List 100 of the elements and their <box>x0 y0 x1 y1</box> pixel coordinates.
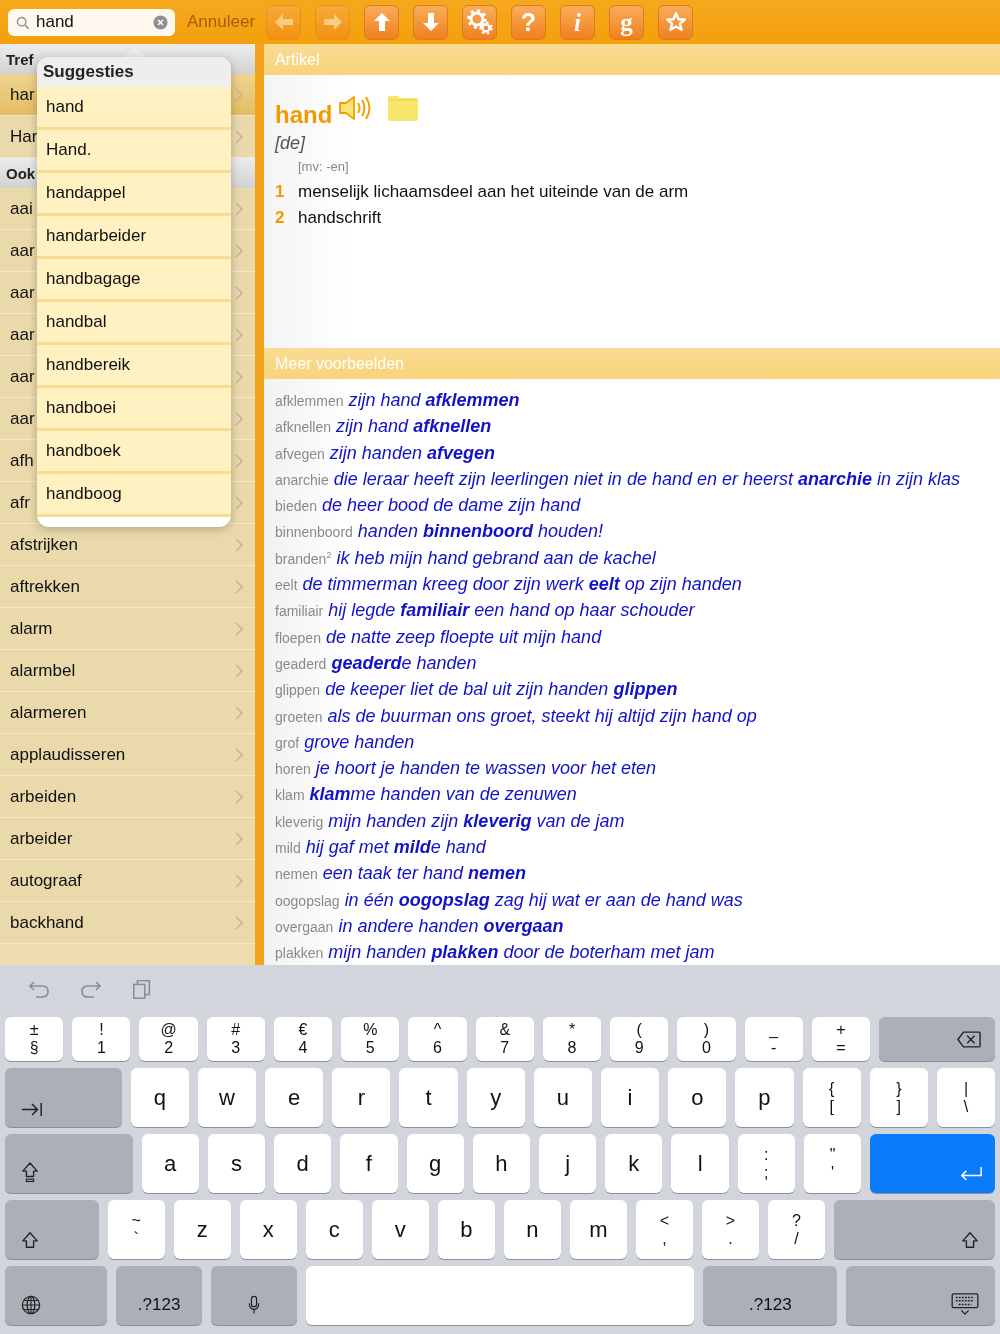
return-icon <box>958 1166 983 1183</box>
keyboard-key[interactable]: ! 1 <box>72 1017 131 1061</box>
keyboard-key[interactable]: % 5 <box>341 1017 400 1061</box>
keyboard-key[interactable]: w <box>197 1068 257 1127</box>
chevron-icon <box>235 621 243 636</box>
keyboard-key[interactable]: n <box>503 1200 561 1259</box>
keyboard-key[interactable]: s <box>207 1134 266 1193</box>
chevron-icon <box>235 87 243 102</box>
suggestion-item[interactable]: handappel <box>37 173 231 216</box>
folder-icon[interactable] <box>388 95 419 121</box>
clear-icon[interactable] <box>153 14 168 30</box>
globe-key[interactable] <box>5 1266 108 1325</box>
keyboard-key[interactable]: > . <box>702 1200 760 1259</box>
chevron-icon <box>235 369 243 384</box>
backspace-key[interactable] <box>879 1017 995 1061</box>
suggestion-item[interactable]: handbereik <box>37 345 231 388</box>
keyboard-key[interactable]: " ' <box>803 1134 862 1193</box>
keyboard-key[interactable]: @ 2 <box>139 1017 198 1061</box>
example-headword[interactable]: branden$^{2}$ <box>275 550 332 567</box>
chevron-icon <box>235 327 243 342</box>
keyboard-key[interactable]: c <box>305 1200 363 1259</box>
keyboard-key[interactable]: q <box>130 1068 189 1127</box>
article-gender: [de] <box>275 132 307 155</box>
suggestion-item[interactable]: handbagage <box>37 259 231 302</box>
keyboard-key[interactable]: r <box>332 1068 391 1127</box>
keyboard-key[interactable]: & 7 <box>475 1017 534 1061</box>
example-sentence: klamme handen van de zenuwen <box>309 784 577 805</box>
keyboard-key[interactable]: + = <box>811 1017 871 1061</box>
example-sentence: je hoort je handen te wassen voor het eten <box>315 758 657 779</box>
example-sentence: de natte zeep floepte uit mijn hand <box>325 626 602 647</box>
keyboard-key[interactable]: : ; <box>737 1134 795 1193</box>
example-sentence: hij gaf met milde hand <box>305 837 486 858</box>
speaker-icon[interactable] <box>338 95 373 121</box>
dictation-key[interactable] <box>211 1266 298 1325</box>
keyboard-key[interactable]: l <box>671 1134 729 1193</box>
keyboard-key[interactable]: i <box>600 1068 660 1127</box>
keyboard-key[interactable]: e <box>265 1068 324 1127</box>
example-sentence: mijn handen plakken door de boterham met jam <box>328 942 715 963</box>
keyboard-key[interactable]: g <box>406 1134 464 1193</box>
keyboard-key[interactable]: _ - <box>744 1017 803 1061</box>
next-button[interactable] <box>413 4 448 40</box>
keyboard-key[interactable]: v <box>371 1200 429 1259</box>
suggestion-item[interactable]: handboek <box>37 431 231 474</box>
keyboard-key[interactable]: u <box>533 1068 592 1127</box>
keyboard-key[interactable]: ^ 6 <box>408 1017 467 1061</box>
favorite-button[interactable] <box>658 4 693 40</box>
example-sentence: in andere handen overgaan <box>338 915 564 936</box>
suggestion-item[interactable]: Hand. <box>37 130 231 173</box>
suggestion-item[interactable]: handboog <box>37 474 231 517</box>
keyboard-key[interactable]: ~ ` <box>107 1200 165 1259</box>
keyboard-key[interactable]: k <box>605 1134 663 1193</box>
keyboard-key[interactable]: { [ <box>802 1068 861 1127</box>
keyboard-key[interactable]: € 4 <box>273 1017 333 1061</box>
keyboard-key[interactable]: t <box>399 1068 458 1127</box>
keyboard-key[interactable]: o <box>668 1068 727 1127</box>
keyboard-key[interactable]: d <box>274 1134 332 1193</box>
keyboard-key[interactable]: z <box>173 1200 231 1259</box>
sense-definition: handschrift <box>298 207 382 229</box>
caps-lock-key[interactable] <box>5 1134 133 1193</box>
keyboard-key[interactable]: j <box>539 1134 597 1193</box>
chevron-icon <box>235 453 243 468</box>
keyboard-key[interactable]: x <box>239 1200 297 1259</box>
example-sentence: ik heb mijn hand gebrand aan de kachel <box>336 547 656 568</box>
keyboard-key[interactable]: ( 9 <box>610 1017 669 1061</box>
keyboard-key[interactable]: a <box>141 1134 199 1193</box>
chevron-icon <box>235 831 243 846</box>
keyboard-key[interactable]: m <box>569 1200 627 1259</box>
hide-keyboard-key[interactable] <box>846 1266 995 1325</box>
chevron-icon <box>235 663 243 678</box>
keyboard-key[interactable]: ? / <box>768 1200 826 1259</box>
chevron-icon <box>235 579 243 594</box>
numbers-key[interactable]: .?123 <box>703 1266 838 1325</box>
numbers-key[interactable]: .?123 <box>116 1266 203 1325</box>
panel-header: Artikel <box>264 44 1000 75</box>
suggestion-item[interactable]: handbal <box>37 302 231 345</box>
keyboard-key[interactable]: b <box>437 1200 495 1259</box>
example-sentence: de heer bood de dame zijn hand <box>322 495 581 516</box>
keyboard-key[interactable]: | \ <box>936 1068 996 1127</box>
example-sentence: in één oogopslag zag hij wat er aan de hand was <box>344 889 743 910</box>
suggestion-item[interactable]: hand <box>37 87 231 130</box>
keyboard-key[interactable]: h <box>472 1134 530 1193</box>
keyboard-key[interactable]: y <box>466 1068 525 1127</box>
keyboard-key[interactable]: * 8 <box>542 1017 602 1061</box>
keyboard-key[interactable]: } ] <box>869 1068 928 1127</box>
settings-button[interactable] <box>462 4 497 40</box>
paste-icon[interactable] <box>131 977 153 1000</box>
example-sentence: hij legde familiair een hand op haar schouder <box>328 600 695 621</box>
keyboard-key[interactable]: ± § <box>5 1017 64 1061</box>
search-field[interactable]: hand <box>8 8 175 36</box>
suggestion-item[interactable]: handarbeider <box>37 216 231 259</box>
tab-icon <box>21 1102 43 1117</box>
keyboard-key[interactable]: p <box>735 1068 794 1127</box>
shift-key[interactable] <box>5 1200 99 1259</box>
keyboard-key[interactable]: f <box>340 1134 398 1193</box>
keyboard-key[interactable]: ) 0 <box>677 1017 736 1061</box>
previous-button[interactable] <box>364 4 399 40</box>
example-sentence: zijn hand afklemmen <box>348 390 520 410</box>
keyboard-key[interactable]: < , <box>635 1200 693 1259</box>
suggestion-item[interactable]: handboei <box>37 388 231 431</box>
keyboard-key[interactable]: # 3 <box>206 1017 265 1061</box>
